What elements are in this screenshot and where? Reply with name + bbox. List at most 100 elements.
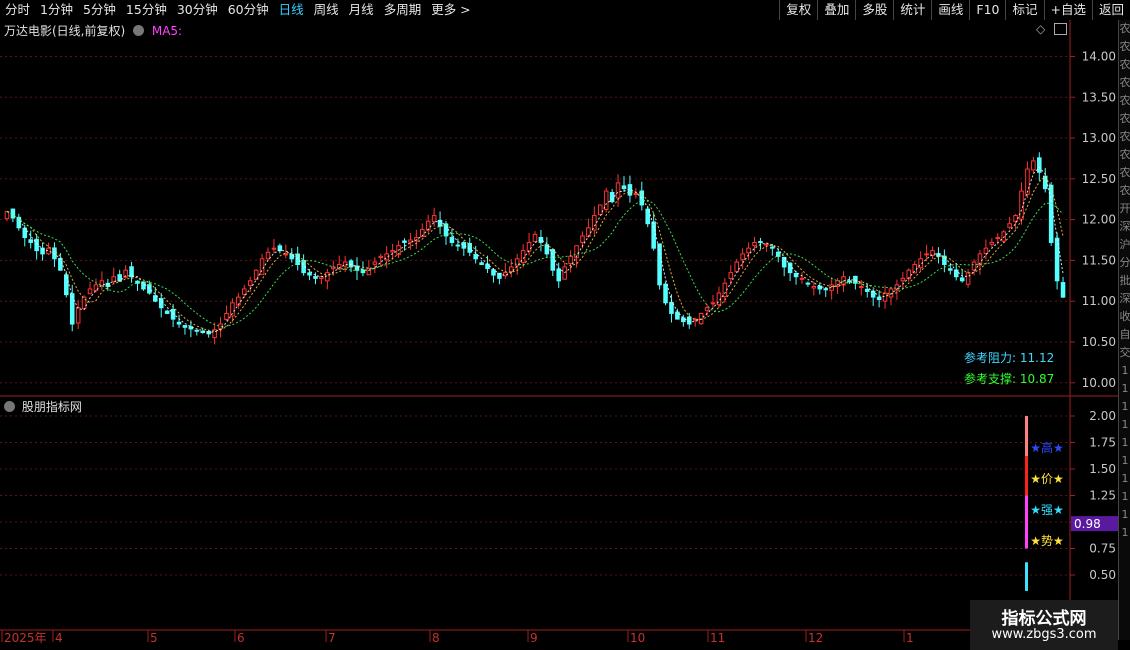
toolbar-button[interactable]: 画线: [931, 0, 969, 20]
chevron-down-icon[interactable]: [133, 25, 145, 36]
side-strip-char: 沪: [1119, 238, 1130, 251]
candle-body: [669, 301, 674, 314]
indicator-bar: [1025, 495, 1028, 549]
price-tick-label: 10.50: [1082, 335, 1116, 349]
candle-body: [402, 240, 407, 243]
side-strip-char: 1: [1121, 400, 1129, 413]
candle-body: [556, 268, 562, 282]
period-tab[interactable]: 日线: [274, 0, 309, 20]
side-quote-strip[interactable]: 农农农农农农农农农农开深沪分批深收自交1111111111: [1118, 20, 1130, 640]
candle-body: [372, 261, 378, 265]
candle-body: [147, 284, 152, 294]
candle-body: [325, 272, 330, 282]
candle-body: [182, 325, 188, 328]
candle-body: [81, 296, 87, 310]
candle-body: [995, 237, 1001, 240]
toolbar-button[interactable]: 多股: [855, 0, 893, 20]
support-value: 10.87: [1019, 372, 1055, 386]
candle-body: [200, 330, 206, 333]
period-tab[interactable]: 周线: [309, 0, 344, 20]
candle-body: [983, 247, 989, 255]
candle-body: [1001, 231, 1006, 242]
candle-body: [959, 277, 965, 282]
period-tab[interactable]: 15分钟: [121, 0, 172, 20]
candle-body: [633, 193, 639, 196]
price-tick-label: 14.00: [1082, 49, 1116, 63]
period-tab[interactable]: 多周期: [379, 0, 427, 20]
toolbar-button[interactable]: 叠加: [817, 0, 855, 20]
panel-toggle-icon[interactable]: [1054, 23, 1067, 35]
candle-body: [728, 272, 734, 279]
chart-title-row: 万达电影(日线,前复权) MA5:: [4, 22, 182, 39]
candle-body: [746, 247, 751, 254]
candle-body: [58, 258, 63, 271]
candle-body: [485, 263, 490, 270]
period-tab[interactable]: 月线: [344, 0, 379, 20]
candle-body: [390, 250, 395, 253]
candle-body: [621, 185, 627, 190]
grid-lines: [0, 20, 1118, 650]
chart-area[interactable]: 14.0013.5013.0012.5012.0011.5011.0010.50…: [0, 20, 1118, 650]
period-tab[interactable]: 分时: [0, 0, 35, 20]
candle-body: [989, 241, 995, 245]
candle-body: [817, 285, 823, 290]
candle-body: [508, 266, 514, 272]
price-tick-label: 13.00: [1082, 131, 1116, 145]
period-tab[interactable]: 30分钟: [172, 0, 223, 20]
time-tick-label: 8: [432, 631, 440, 645]
side-strip-char: 农: [1119, 112, 1130, 125]
time-tick-label: 7: [328, 631, 336, 645]
diamond-icon[interactable]: ◇: [1036, 22, 1045, 36]
toolbar-button[interactable]: F10: [969, 0, 1005, 20]
period-tab[interactable]: 60分钟: [223, 0, 274, 20]
candle-body: [900, 277, 906, 282]
candle-body: [22, 227, 28, 239]
candle-body: [117, 274, 122, 282]
period-tab[interactable]: 5分钟: [78, 0, 121, 20]
time-tick-label: 5: [150, 631, 158, 645]
support-label: 参考支撑:: [964, 372, 1017, 386]
side-strip-char: 自: [1119, 328, 1130, 341]
toolbar-buttons: 复权 叠加 多股 统计 画线 F10 标记 +自选 返回: [779, 0, 1130, 20]
price-tick-label: 11.50: [1082, 253, 1116, 267]
candle-body: [710, 302, 716, 305]
candle-body: [663, 283, 668, 304]
candle-body: [722, 282, 728, 297]
toolbar-button[interactable]: +自选: [1043, 0, 1092, 20]
side-strip-char: 农: [1119, 58, 1130, 71]
chevron-down-icon[interactable]: [4, 401, 15, 412]
candle-body: [431, 215, 437, 223]
candle-body: [271, 247, 277, 250]
candle-body: [924, 253, 929, 256]
price-tick-label: 11.00: [1082, 294, 1116, 308]
side-strip-char: 收: [1119, 310, 1130, 323]
watermark-title: 指标公式网: [1001, 609, 1087, 629]
period-tab[interactable]: 1分钟: [35, 0, 78, 20]
side-strip-char: 农: [1119, 94, 1130, 107]
sub-tick-label: 2.00: [1089, 409, 1116, 423]
side-strip-char: 1: [1121, 454, 1129, 467]
candle-body: [686, 316, 692, 325]
candle-body: [170, 308, 176, 320]
side-strip-char: 农: [1119, 148, 1130, 161]
time-tick-label: 12: [808, 631, 823, 645]
side-strip-char: 1: [1121, 472, 1129, 485]
candle-body: [823, 288, 828, 291]
candle-body: [28, 239, 33, 243]
candle-body: [87, 288, 93, 295]
candle-body: [752, 241, 757, 247]
toolbar-button[interactable]: 统计: [893, 0, 931, 20]
side-strip-char: 1: [1121, 526, 1129, 539]
toolbar-button[interactable]: 标记: [1005, 0, 1043, 20]
period-tab[interactable]: 更多 >: [426, 0, 475, 20]
ma5-label: MA5:: [151, 24, 183, 38]
toolbar-button[interactable]: 复权: [779, 0, 817, 20]
candle-body: [473, 254, 478, 260]
sub-tick-label: 1.50: [1089, 462, 1116, 476]
candle-body: [568, 255, 573, 265]
side-strip-char: 1: [1121, 364, 1129, 377]
toolbar-button[interactable]: 返回: [1091, 0, 1130, 20]
side-strip-char: 批: [1119, 274, 1130, 287]
side-strip-char: 开: [1119, 202, 1130, 215]
side-strip-char: 1: [1121, 508, 1129, 521]
